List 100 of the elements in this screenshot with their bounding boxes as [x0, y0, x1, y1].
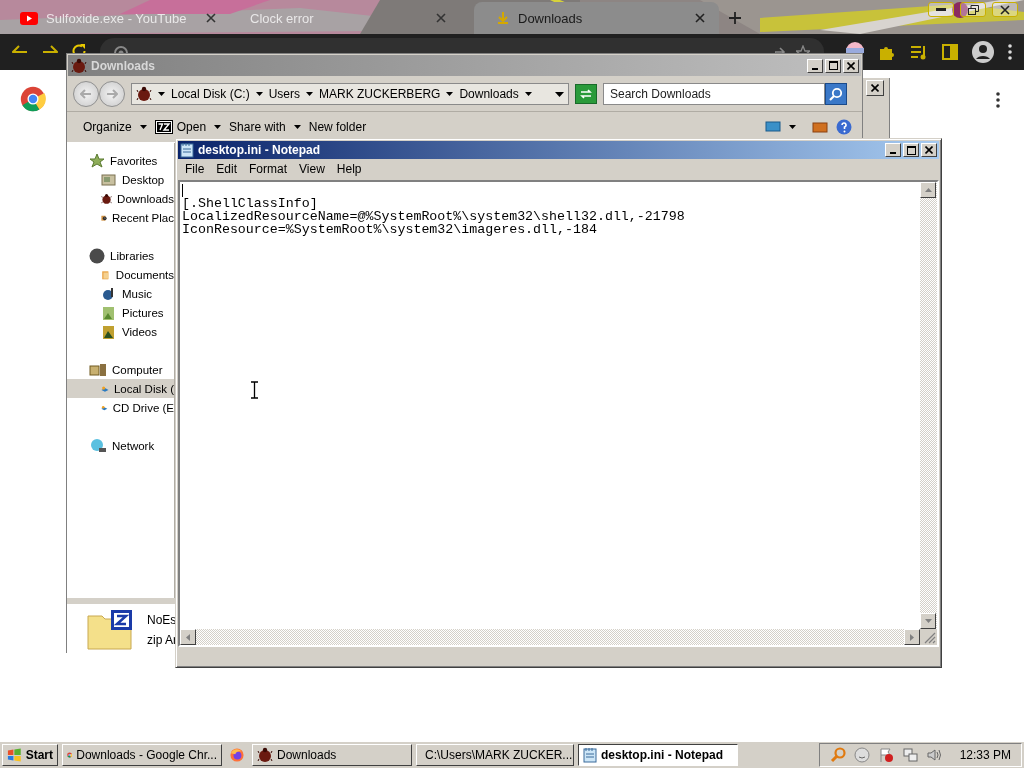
menu-icon — [996, 92, 1000, 108]
maximize-button[interactable] — [825, 58, 841, 73]
minimize-button[interactable] — [928, 2, 954, 17]
scroll-right-button[interactable] — [904, 629, 920, 645]
dropdown-arrow-icon — [158, 92, 165, 96]
forward-arrow-icon — [42, 45, 58, 53]
nav-item[interactable]: Network — [67, 436, 174, 455]
text-line: IconResource=%SystemRoot%\system32\imageres.dll,-184 — [182, 223, 597, 236]
smiley-icon — [853, 747, 870, 763]
nav-item[interactable]: Music — [67, 284, 174, 303]
dropdown-arrow-icon — [446, 92, 454, 96]
close-tab-button[interactable] — [693, 11, 707, 25]
close-tab-button[interactable] — [204, 11, 218, 25]
dropdown-arrow-icon — [255, 92, 263, 96]
pane-icon — [812, 121, 828, 133]
nav-item[interactable]: Pictures — [67, 303, 174, 322]
restore-icon — [967, 4, 979, 15]
menu-item[interactable]: Help — [331, 160, 367, 177]
close-icon — [871, 84, 879, 92]
reload-icon — [72, 44, 86, 53]
toolbar-button[interactable]: Open — [154, 118, 207, 136]
maximize-icon — [828, 61, 838, 70]
new-tab-button[interactable] — [727, 10, 743, 26]
nav-item[interactable]: CD Drive (E — [67, 398, 174, 417]
maximize-button[interactable] — [903, 143, 919, 157]
nav-item[interactable]: Computer — [67, 360, 174, 379]
text-editor[interactable]: [.ShellClassInfo] LocalizedResourceName=@%SystemRoot%\system32\shell32.dll,-21798 IconResource=%SystemRoot%\system32\imageres.dll,-184 — [180, 182, 920, 629]
close-button[interactable] — [992, 2, 1018, 17]
reload-button[interactable] — [72, 44, 86, 53]
sevenzip-icon — [154, 120, 173, 134]
menu-item[interactable]: Format — [244, 160, 293, 177]
close-icon — [206, 13, 216, 23]
vertical-scrollbar[interactable] — [920, 182, 937, 629]
desktop-icon — [101, 171, 117, 188]
toolbar-button[interactable]: New folder — [308, 118, 367, 136]
menu-item[interactable]: View — [294, 160, 330, 177]
menu-button[interactable] — [1008, 44, 1012, 60]
horizontal-scrollbar[interactable] — [180, 629, 920, 645]
dropdown-arrow-icon — [306, 92, 314, 96]
breadcrumb[interactable]: Downloads — [459, 87, 519, 101]
refresh-button[interactable] — [575, 84, 597, 104]
back-arrow-icon — [80, 88, 92, 99]
notepad-icon — [583, 747, 597, 763]
dropdown-arrow-icon — [524, 92, 532, 96]
nav-item[interactable]: Desktop — [67, 170, 174, 189]
forward-arrow-icon — [106, 88, 118, 99]
network-icon — [901, 747, 918, 763]
breadcrumb[interactable]: Local Disk (C:) — [171, 87, 250, 101]
chrome-icon — [20, 86, 46, 112]
scroll-down-button[interactable] — [920, 613, 936, 629]
start-button[interactable]: Start — [2, 744, 58, 766]
search-button[interactable] — [825, 83, 847, 105]
clock: 12:33 PM — [959, 748, 1011, 762]
views-button[interactable] — [765, 119, 781, 135]
side-panel-button[interactable] — [942, 44, 958, 60]
nav-item[interactable]: Videos — [67, 322, 174, 341]
pictures-icon — [101, 304, 117, 321]
resize-grip-icon — [924, 632, 936, 644]
toolbar-button[interactable]: Organize — [83, 118, 132, 136]
close-icon — [1000, 4, 1010, 15]
nav-item[interactable]: Local Disk ( — [67, 379, 174, 398]
menu-item[interactable]: Edit — [211, 160, 243, 177]
nav-item[interactable]: Libraries — [67, 246, 174, 265]
breadcrumb[interactable]: MARK ZUCKERBERG — [319, 87, 441, 101]
taskbar-button[interactable]: Downloads - Google Chr... — [62, 744, 222, 766]
menu-button[interactable] — [996, 92, 1000, 108]
taskbar-button[interactable]: Downloads — [252, 744, 412, 766]
computer-icon — [89, 361, 107, 378]
breadcrumb[interactable]: Users — [268, 87, 301, 101]
restore-button[interactable] — [960, 2, 986, 17]
preview-pane-button[interactable] — [812, 119, 828, 135]
taskbar-button[interactable]: C:\Users\MARK ZUCKER... — [416, 744, 574, 766]
beetle-icon — [71, 57, 87, 74]
reading-list-button[interactable] — [910, 44, 928, 60]
beetle-icon — [136, 86, 152, 102]
nav-item[interactable]: Downloads — [67, 189, 174, 208]
avatar-button[interactable] — [972, 41, 994, 63]
forward-button[interactable] — [42, 45, 58, 53]
taskbar-button[interactable]: desktop.ini - Notepad — [578, 744, 738, 766]
speaker-icon — [925, 747, 942, 763]
search-field[interactable]: Search Downloads — [603, 83, 825, 105]
close-icon — [925, 146, 933, 154]
back-button[interactable] — [12, 45, 28, 53]
film-icon — [101, 323, 117, 340]
browser-tab[interactable]: Downloads — [474, 2, 719, 34]
menu-item[interactable]: File — [180, 160, 210, 177]
nav-item[interactable]: Favorites — [67, 151, 174, 170]
toolbar-button[interactable]: Share with — [229, 118, 286, 136]
dropdown-arrow-icon — [293, 125, 301, 129]
address-bar[interactable]: Local Disk (C:) Users MARK ZUCKERBERG Downloads — [131, 83, 569, 105]
nav-item[interactable]: Documents — [67, 265, 174, 284]
close-tab-button[interactable] — [434, 11, 448, 25]
scroll-left-button[interactable] — [180, 629, 196, 645]
circle-icon — [89, 247, 105, 264]
help-button[interactable] — [836, 117, 852, 137]
scroll-up-button[interactable] — [920, 182, 936, 198]
nav-item[interactable]: Recent Plac — [67, 208, 174, 227]
flag-icon — [877, 747, 894, 763]
windows-logo-icon — [7, 748, 22, 762]
text-cursor-icon — [250, 381, 259, 399]
